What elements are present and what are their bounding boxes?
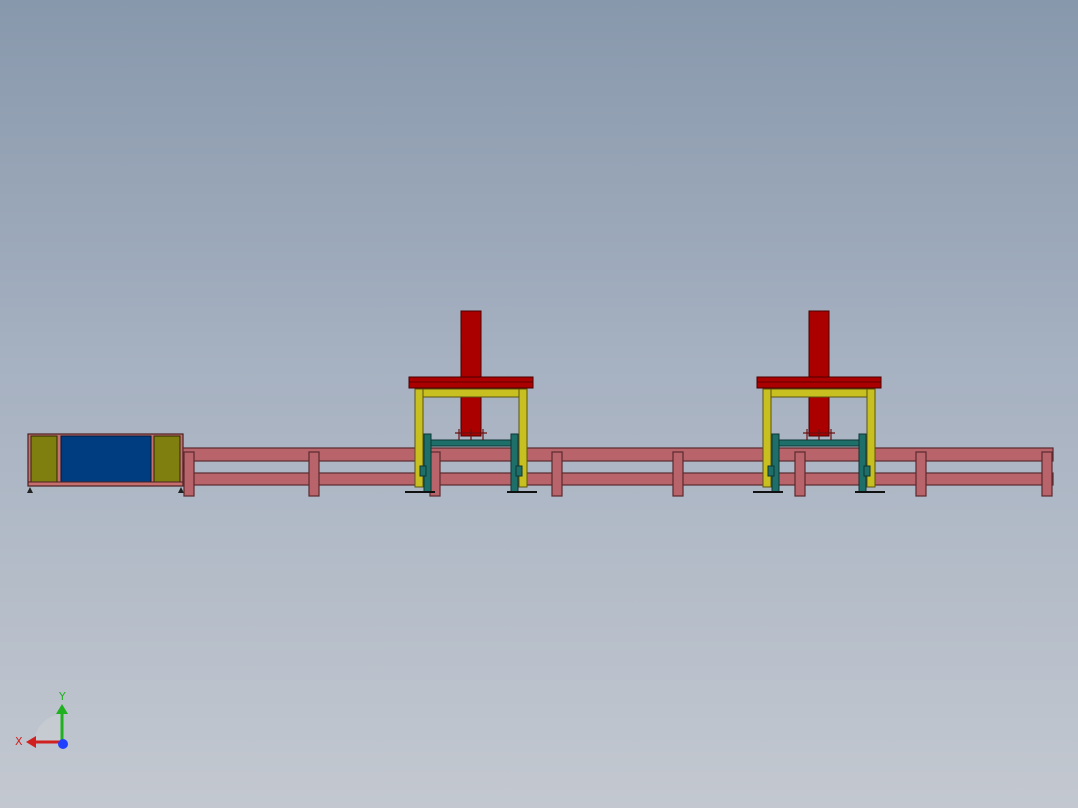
cabinet-center-panel (60, 435, 152, 483)
carriage-left-clamp (419, 465, 427, 477)
x-axis-arrowhead-icon (26, 736, 36, 748)
carriage-top (423, 439, 519, 447)
cad-model-view[interactable]: Y X (0, 0, 1078, 808)
conveyor-post (308, 451, 320, 497)
cabinet-left-panel (30, 435, 58, 483)
y-axis-arrowhead-icon (56, 704, 68, 714)
conveyor-post (183, 451, 195, 497)
carriage-top (771, 439, 867, 447)
actuator-column (808, 310, 830, 437)
cad-graphics-viewport[interactable]: Y X (0, 0, 1078, 808)
gantry-station-2[interactable] (753, 310, 885, 493)
x-axis-label: X (15, 735, 23, 748)
carriage-left-post (771, 433, 780, 493)
coordinate-triad: Y X (15, 690, 68, 749)
top-beam (756, 376, 882, 389)
z-axis-dot-icon (58, 739, 68, 749)
carriage-right-post (510, 433, 519, 493)
carriage-right-clamp (863, 465, 871, 477)
top-beam (408, 376, 534, 389)
frame-crossbar (414, 388, 528, 398)
cabinet-foot-left (27, 487, 33, 493)
roller-conveyor[interactable] (182, 447, 1054, 497)
carriage-left-post (423, 433, 432, 493)
triad-plane-icon (34, 714, 62, 742)
conveyor-post (551, 451, 563, 497)
conveyor-post (1041, 451, 1053, 497)
conveyor-post (672, 451, 684, 497)
conveyor-post (794, 451, 806, 497)
carriage-right-post (858, 433, 867, 493)
gantry-station-1[interactable] (405, 310, 537, 493)
cabinet-foot-right (178, 487, 184, 493)
carriage-right-clamp (515, 465, 523, 477)
frame-crossbar (762, 388, 876, 398)
cabinet-right-panel (153, 435, 181, 483)
conveyor-post (915, 451, 927, 497)
carriage-left-clamp (767, 465, 775, 477)
actuator-column (460, 310, 482, 437)
feed-cabinet[interactable] (27, 433, 184, 493)
y-axis-label: Y (58, 690, 66, 703)
